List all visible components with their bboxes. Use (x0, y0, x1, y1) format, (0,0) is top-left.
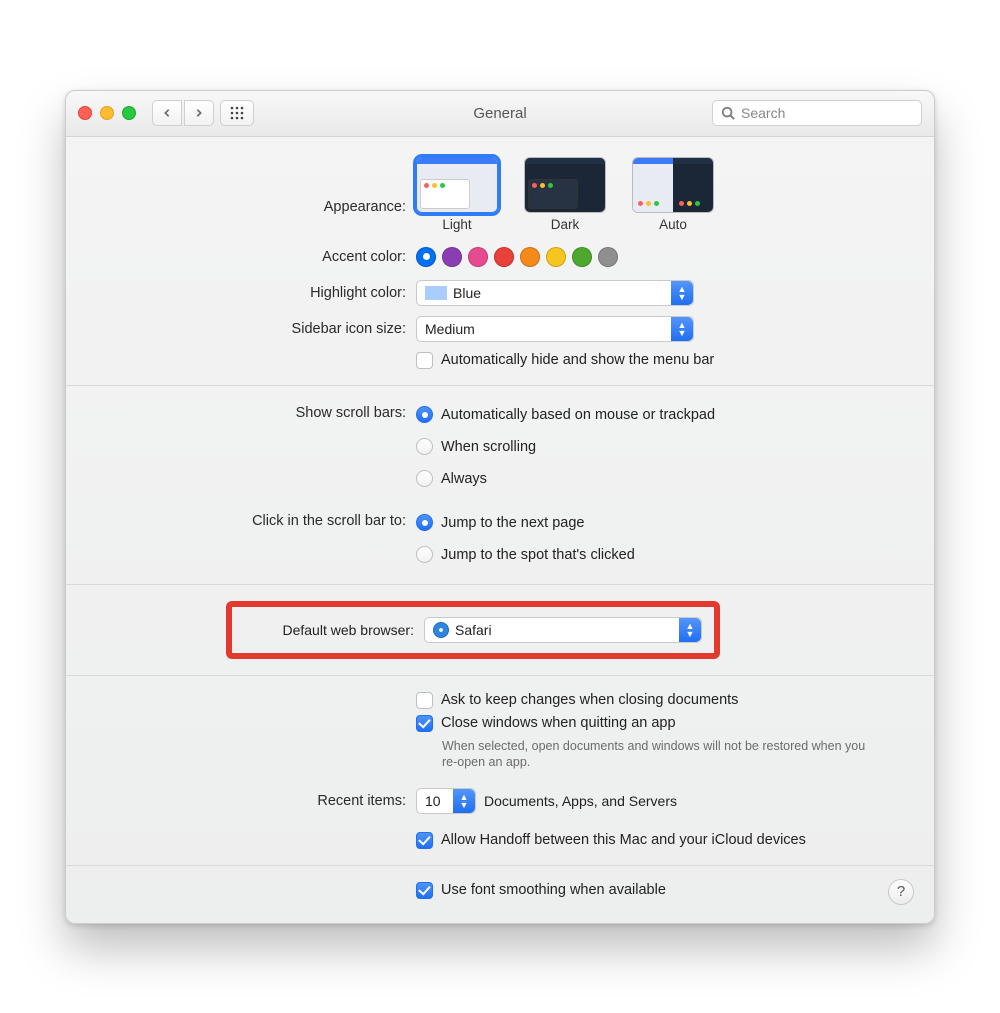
nav-buttons (152, 100, 214, 126)
font-smoothing-checkbox[interactable]: Use font smoothing when available (416, 882, 904, 899)
appearance-dark-label: Dark (551, 217, 580, 232)
titlebar: General Search (66, 91, 934, 137)
appearance-light[interactable]: Light (416, 157, 498, 232)
accent-color-pink[interactable] (468, 247, 488, 267)
appearance-dark[interactable]: Dark (524, 157, 606, 232)
click-scroll-radios: Jump to the next page Jump to the spot th… (416, 510, 934, 568)
chevron-left-icon (162, 108, 172, 118)
highlight-swatch (425, 286, 447, 300)
handoff-label: Allow Handoff between this Mac and your … (441, 832, 806, 848)
checkbox-icon (416, 352, 433, 369)
appearance-light-label: Light (442, 217, 471, 232)
highlight-color-value: Blue (453, 285, 481, 301)
handoff-checkbox[interactable]: Allow Handoff between this Mac and your … (416, 832, 904, 849)
accent-color-yellow[interactable] (546, 247, 566, 267)
scroll-bars-option-2[interactable]: Always (416, 466, 904, 492)
scroll-bars-option-1[interactable]: When scrolling (416, 434, 904, 460)
ask-keep-changes-checkbox[interactable]: Ask to keep changes when closing documen… (416, 692, 904, 709)
close-windows-checkbox[interactable]: Close windows when quitting an app (416, 715, 904, 732)
close-window-button[interactable] (78, 106, 92, 120)
radio-icon (416, 470, 433, 487)
highlight-color-label: Highlight color: (66, 282, 416, 304)
click-scroll-option-label: Jump to the spot that's clicked (441, 542, 635, 568)
scroll-bars-radios: Automatically based on mouse or trackpad… (416, 402, 934, 492)
close-windows-note: When selected, open documents and window… (442, 738, 872, 770)
accent-color-green[interactable] (572, 247, 592, 267)
search-icon (721, 106, 735, 120)
accent-color-blue[interactable] (416, 247, 436, 267)
font-smoothing-label: Use font smoothing when available (441, 882, 666, 898)
safari-icon (433, 622, 449, 638)
scroll-bars-option-label: When scrolling (441, 434, 536, 460)
appearance-light-thumb (416, 157, 498, 213)
click-scroll-option-1[interactable]: Jump to the spot that's clicked (416, 542, 904, 568)
accent-color-options (416, 247, 904, 267)
default-browser-highlight: Default web browser: Safari ▲▼ (226, 601, 720, 659)
minimize-window-button[interactable] (100, 106, 114, 120)
preferences-window: General Search Appearance: (65, 90, 935, 924)
recent-items-value: 10 (425, 793, 441, 809)
recent-items-select[interactable]: 10 ▲▼ (416, 788, 476, 814)
window-controls (78, 106, 136, 120)
radio-icon (416, 406, 433, 423)
recent-items-label: Recent items: (66, 790, 416, 812)
search-placeholder: Search (741, 105, 785, 121)
chevron-right-icon (194, 108, 204, 118)
checkbox-icon (416, 692, 433, 709)
show-all-button[interactable] (220, 100, 254, 126)
click-scroll-label: Click in the scroll bar to: (66, 510, 416, 532)
scroll-bars-option-label: Always (441, 466, 487, 492)
accent-color-red[interactable] (494, 247, 514, 267)
scroll-bars-option-0[interactable]: Automatically based on mouse or trackpad (416, 402, 904, 428)
zoom-window-button[interactable] (122, 106, 136, 120)
appearance-dark-thumb (524, 157, 606, 213)
click-scroll-option-label: Jump to the next page (441, 510, 585, 536)
appearance-auto[interactable]: Auto (632, 157, 714, 232)
help-button[interactable]: ? (888, 879, 914, 905)
default-browser-value: Safari (455, 622, 492, 638)
radio-icon (416, 438, 433, 455)
autohide-menubar-checkbox[interactable]: Automatically hide and show the menu bar (416, 352, 904, 369)
appearance-auto-label: Auto (659, 217, 687, 232)
close-windows-label: Close windows when quitting an app (441, 715, 676, 731)
sidebar-icon-label: Sidebar icon size: (66, 318, 416, 340)
back-button[interactable] (152, 100, 182, 126)
default-browser-select[interactable]: Safari ▲▼ (424, 617, 702, 643)
accent-color-orange[interactable] (520, 247, 540, 267)
scroll-bars-label: Show scroll bars: (66, 402, 416, 424)
help-icon: ? (897, 883, 905, 900)
sidebar-icon-select[interactable]: Medium ▲▼ (416, 316, 694, 342)
appearance-options: Light Dark (416, 157, 904, 232)
ask-keep-changes-label: Ask to keep changes when closing documen… (441, 692, 738, 708)
accent-color-gray[interactable] (598, 247, 618, 267)
sidebar-icon-value: Medium (425, 321, 475, 337)
default-browser-label: Default web browser: (244, 622, 424, 638)
radio-icon (416, 514, 433, 531)
forward-button[interactable] (184, 100, 214, 126)
search-input[interactable]: Search (712, 100, 922, 126)
accent-color-label: Accent color: (66, 246, 416, 268)
autohide-menubar-label: Automatically hide and show the menu bar (441, 352, 714, 368)
checkbox-icon (416, 882, 433, 899)
recent-items-suffix: Documents, Apps, and Servers (484, 793, 677, 809)
radio-icon (416, 546, 433, 563)
appearance-auto-thumb (632, 157, 714, 213)
checkbox-icon (416, 715, 433, 732)
grid-icon (229, 105, 245, 121)
highlight-color-select[interactable]: Blue ▲▼ (416, 280, 694, 306)
click-scroll-option-0[interactable]: Jump to the next page (416, 510, 904, 536)
scroll-bars-option-label: Automatically based on mouse or trackpad (441, 402, 715, 428)
appearance-label: Appearance: (66, 170, 416, 218)
checkbox-icon (416, 832, 433, 849)
accent-color-purple[interactable] (442, 247, 462, 267)
